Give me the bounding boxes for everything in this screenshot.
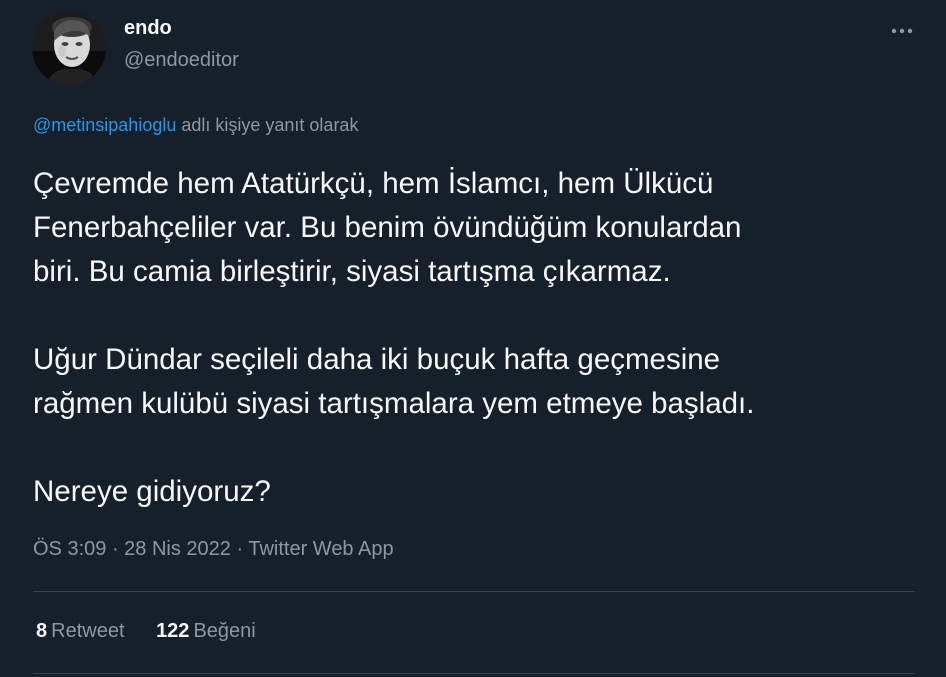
tweet-paragraph: Çevremde hem Atatürkçü, hem İslamcı, hem…: [33, 167, 742, 288]
retweets-count: 8: [36, 620, 48, 642]
tweet-metadata: ÖS 3:09 · 28 Nis 2022 · Twitter Web App: [33, 538, 394, 561]
avatar[interactable]: [32, 11, 106, 85]
tweet-date-link[interactable]: 28 Nis 2022: [124, 538, 231, 560]
profile-photo-icon: [32, 11, 106, 85]
likes-stat-link[interactable]: 122 Beğeni: [156, 620, 256, 643]
author-display-name[interactable]: endo: [124, 17, 172, 40]
tweet-detail: endo @endoeditor @metinsipahioglu adlı k…: [0, 0, 946, 677]
reply-mention-link[interactable]: @metinsipahioglu: [33, 115, 176, 135]
meta-separator: ·: [106, 538, 125, 560]
divider: [33, 591, 915, 592]
author-handle[interactable]: @endoeditor: [124, 49, 239, 72]
likes-count: 122: [156, 620, 190, 642]
meta-separator: ·: [230, 538, 249, 560]
reply-suffix: adlı kişiye yanıt olarak: [176, 115, 359, 135]
replying-to: @metinsipahioglu adlı kişiye yanıt olara…: [33, 115, 358, 136]
likes-label: Beğeni: [193, 620, 256, 642]
more-horizontal-icon: [891, 28, 913, 34]
tweet-paragraph: Uğur Dündar seçileli daha iki buçuk haft…: [33, 343, 755, 420]
tweet-source-link[interactable]: Twitter Web App: [248, 538, 393, 560]
tweet-text: Çevremde hem Atatürkçü, hem İslamcı, hem…: [33, 162, 923, 514]
tweet-stats: 8 Retweet 122 Beğeni: [36, 620, 282, 643]
more-options-button[interactable]: [884, 16, 920, 46]
retweets-label: Retweet: [51, 620, 125, 642]
tweet-time-link[interactable]: ÖS 3:09: [33, 538, 106, 560]
divider: [33, 673, 915, 674]
tweet-paragraph: Nereye gidiyoruz?: [33, 475, 271, 508]
retweets-stat-link[interactable]: 8 Retweet: [36, 620, 125, 643]
